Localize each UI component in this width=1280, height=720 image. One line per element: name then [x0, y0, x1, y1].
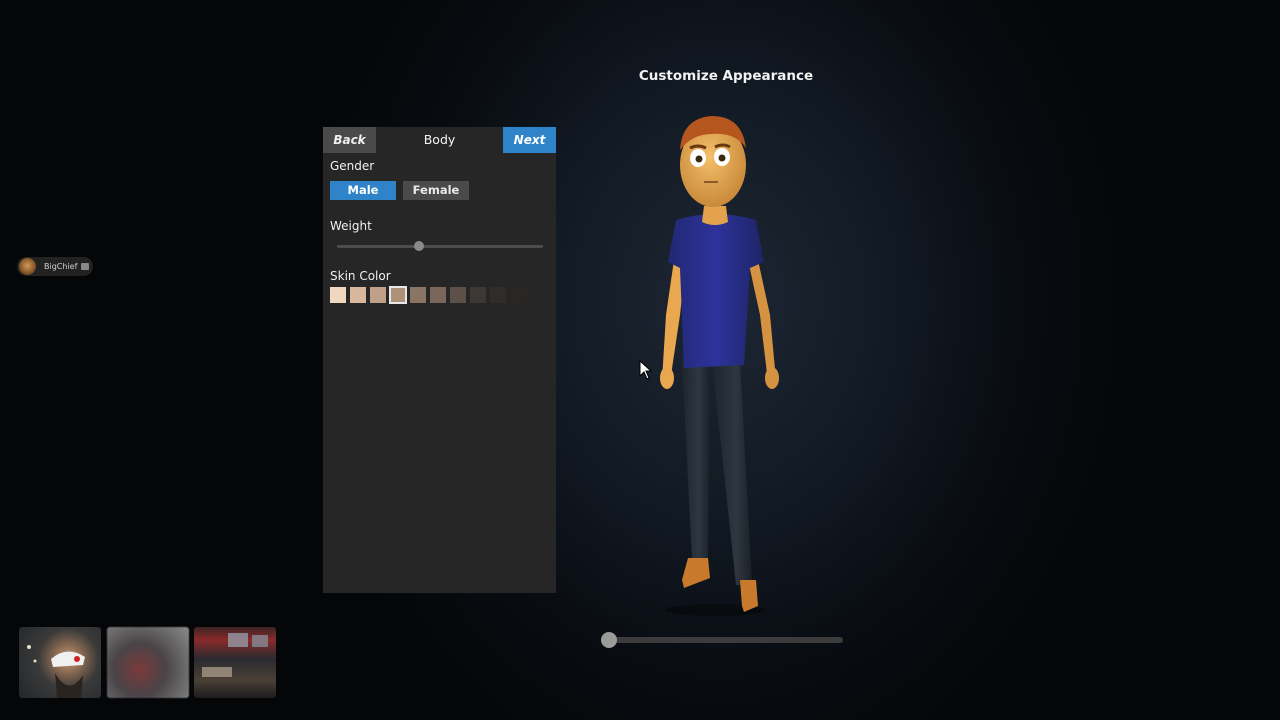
webcam-feed-2: [107, 627, 189, 698]
webcam-feed-1: [19, 627, 101, 698]
skin-swatch-2[interactable]: [350, 287, 366, 303]
skin-swatch-3[interactable]: [370, 287, 386, 303]
screen-title: Customize Appearance: [638, 68, 814, 84]
mouse-cursor-icon: [639, 360, 653, 380]
skin-swatch-9[interactable]: [490, 287, 506, 303]
customize-panel: Back Body Next Gender Male Female Weight…: [323, 127, 556, 593]
character-model[interactable]: [640, 110, 800, 620]
skin-swatch-7[interactable]: [450, 287, 466, 303]
rotation-slider-handle[interactable]: [601, 632, 617, 648]
camera-icon: [81, 263, 89, 270]
skin-color-label: Skin Color: [330, 269, 391, 283]
player-name: BigChief: [44, 262, 78, 271]
gender-female-button[interactable]: Female: [403, 181, 469, 200]
panel-tab-bar: Back Body Next: [323, 127, 556, 153]
weight-slider-handle[interactable]: [414, 241, 425, 251]
skin-swatch-6[interactable]: [430, 287, 446, 303]
weight-label: Weight: [330, 219, 372, 233]
back-button[interactable]: Back: [323, 127, 376, 153]
gender-male-button[interactable]: Male: [330, 181, 396, 200]
skin-swatch-1[interactable]: [330, 287, 346, 303]
avatar: [19, 258, 36, 275]
skin-swatch-8[interactable]: [470, 287, 486, 303]
weight-slider[interactable]: [337, 241, 543, 251]
player-tag: BigChief: [17, 257, 93, 276]
webcam-feed-3: [194, 627, 276, 698]
tab-body: Body: [423, 132, 456, 147]
skin-swatch-4[interactable]: [389, 286, 407, 304]
skin-swatch-5[interactable]: [410, 287, 426, 303]
skin-swatch-10[interactable]: [510, 287, 526, 303]
gender-label: Gender: [330, 159, 375, 173]
rotation-slider[interactable]: [601, 632, 843, 648]
next-button[interactable]: Next: [503, 127, 556, 153]
